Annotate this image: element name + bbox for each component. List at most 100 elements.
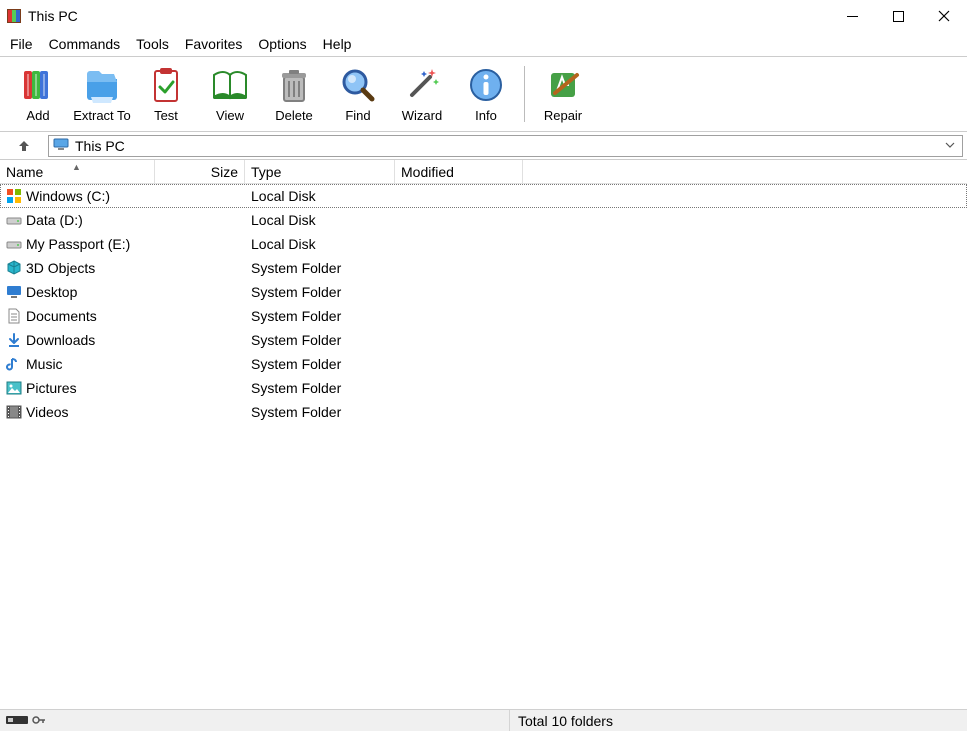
clipboard-check-icon xyxy=(146,65,186,105)
video-icon xyxy=(6,404,22,420)
toolbar-extract-label: Extract To xyxy=(73,108,131,123)
address-combobox[interactable]: This PC xyxy=(48,135,963,157)
toolbar-wizard-label: Wizard xyxy=(402,108,442,123)
minimize-button[interactable] xyxy=(829,0,875,32)
list-item[interactable]: My Passport (E:) Local Disk xyxy=(0,232,967,256)
toolbar-extract-button[interactable]: Extract To xyxy=(70,58,134,130)
item-name: Downloads xyxy=(26,332,95,348)
menu-commands[interactable]: Commands xyxy=(41,34,129,54)
list-item[interactable]: Data (D:) Local Disk xyxy=(0,208,967,232)
toolbar-find-label: Find xyxy=(345,108,370,123)
music-icon xyxy=(6,356,22,372)
menu-file[interactable]: File xyxy=(2,34,41,54)
list-item[interactable]: Pictures System Folder xyxy=(0,376,967,400)
item-type: System Folder xyxy=(245,332,395,348)
toolbar-repair-label: Repair xyxy=(544,108,582,123)
toolbar-test-label: Test xyxy=(154,108,178,123)
item-name: 3D Objects xyxy=(26,260,95,276)
list-item[interactable]: Downloads System Folder xyxy=(0,328,967,352)
sort-asc-icon: ▲ xyxy=(72,162,81,172)
3d-icon xyxy=(6,260,22,276)
item-name: My Passport (E:) xyxy=(26,236,130,252)
picture-icon xyxy=(6,380,22,396)
list-item[interactable]: Desktop System Folder xyxy=(0,280,967,304)
toolbar-find-button[interactable]: Find xyxy=(326,58,390,130)
magnifier-icon xyxy=(338,65,378,105)
item-type: Local Disk xyxy=(245,188,395,204)
address-path: This PC xyxy=(75,138,936,154)
repair-icon xyxy=(543,65,583,105)
list-item[interactable]: Videos System Folder xyxy=(0,400,967,424)
menu-tools[interactable]: Tools xyxy=(128,34,177,54)
folder-out-icon xyxy=(82,65,122,105)
list-item[interactable]: 3D Objects System Folder xyxy=(0,256,967,280)
menu-bar: File Commands Tools Favorites Options He… xyxy=(0,32,967,56)
item-name: Videos xyxy=(26,404,69,420)
menu-help[interactable]: Help xyxy=(315,34,360,54)
maximize-button[interactable] xyxy=(875,0,921,32)
toolbar-view-button[interactable]: View xyxy=(198,58,262,130)
up-button[interactable] xyxy=(10,135,38,157)
title-bar: This PC xyxy=(0,0,967,32)
item-type: Local Disk xyxy=(245,236,395,252)
item-type: System Folder xyxy=(245,308,395,324)
toolbar-add-label: Add xyxy=(26,108,49,123)
window-controls xyxy=(829,0,967,32)
toolbar-test-button[interactable]: Test xyxy=(134,58,198,130)
list-item[interactable]: Music System Folder xyxy=(0,352,967,376)
column-header-name[interactable]: Name ▲ xyxy=(0,160,155,183)
menu-options[interactable]: Options xyxy=(250,34,314,54)
item-type: Local Disk xyxy=(245,212,395,228)
trash-icon xyxy=(274,65,314,105)
toolbar-delete-label: Delete xyxy=(275,108,313,123)
toolbar-info-button[interactable]: Info xyxy=(454,58,518,130)
download-icon xyxy=(6,332,22,348)
drive-icon xyxy=(6,236,22,252)
address-row: This PC xyxy=(0,132,967,160)
item-type: System Folder xyxy=(245,260,395,276)
menu-favorites[interactable]: Favorites xyxy=(177,34,251,54)
toolbar-view-label: View xyxy=(216,108,244,123)
toolbar-separator xyxy=(524,66,525,122)
toolbar-delete-button[interactable]: Delete xyxy=(262,58,326,130)
column-header-type[interactable]: Type xyxy=(245,160,395,183)
file-list[interactable]: Windows (C:) Local Disk Data (D:) Local Dis… xyxy=(0,184,967,709)
status-total: Total 10 folders xyxy=(510,713,967,729)
item-name: Data (D:) xyxy=(26,212,83,228)
item-type: System Folder xyxy=(245,284,395,300)
column-headers: Name ▲ Size Type Modified xyxy=(0,160,967,184)
close-button[interactable] xyxy=(921,0,967,32)
books-icon xyxy=(18,65,58,105)
list-item[interactable]: Windows (C:) Local Disk xyxy=(0,184,967,208)
item-type: System Folder xyxy=(245,356,395,372)
status-left-pane xyxy=(0,710,510,731)
item-type: System Folder xyxy=(245,380,395,396)
list-item[interactable]: Documents System Folder xyxy=(0,304,967,328)
info-icon xyxy=(466,65,506,105)
toolbar-repair-button[interactable]: Repair xyxy=(531,58,595,130)
status-key-icon xyxy=(32,713,46,729)
toolbar-add-button[interactable]: Add xyxy=(6,58,70,130)
wand-icon xyxy=(402,65,442,105)
chevron-down-icon[interactable] xyxy=(942,138,958,153)
column-header-modified[interactable]: Modified xyxy=(395,160,523,183)
toolbar: Add Extract To Test View Delete Find W xyxy=(0,56,967,132)
item-name: Pictures xyxy=(26,380,77,396)
item-name: Music xyxy=(26,356,63,372)
column-header-size[interactable]: Size xyxy=(155,160,245,183)
document-icon xyxy=(6,308,22,324)
drive-windows-icon xyxy=(6,188,22,204)
item-name: Windows (C:) xyxy=(26,188,110,204)
desktop-icon xyxy=(6,284,22,300)
item-type: System Folder xyxy=(245,404,395,420)
window-title: This PC xyxy=(28,8,78,24)
item-name: Desktop xyxy=(26,284,77,300)
item-name: Documents xyxy=(26,308,97,324)
book-open-icon xyxy=(210,65,250,105)
toolbar-wizard-button[interactable]: Wizard xyxy=(390,58,454,130)
toolbar-info-label: Info xyxy=(475,108,497,123)
status-drive-icon xyxy=(6,713,28,729)
this-pc-icon xyxy=(53,136,69,155)
winrar-app-icon xyxy=(6,8,22,24)
drive-icon xyxy=(6,212,22,228)
